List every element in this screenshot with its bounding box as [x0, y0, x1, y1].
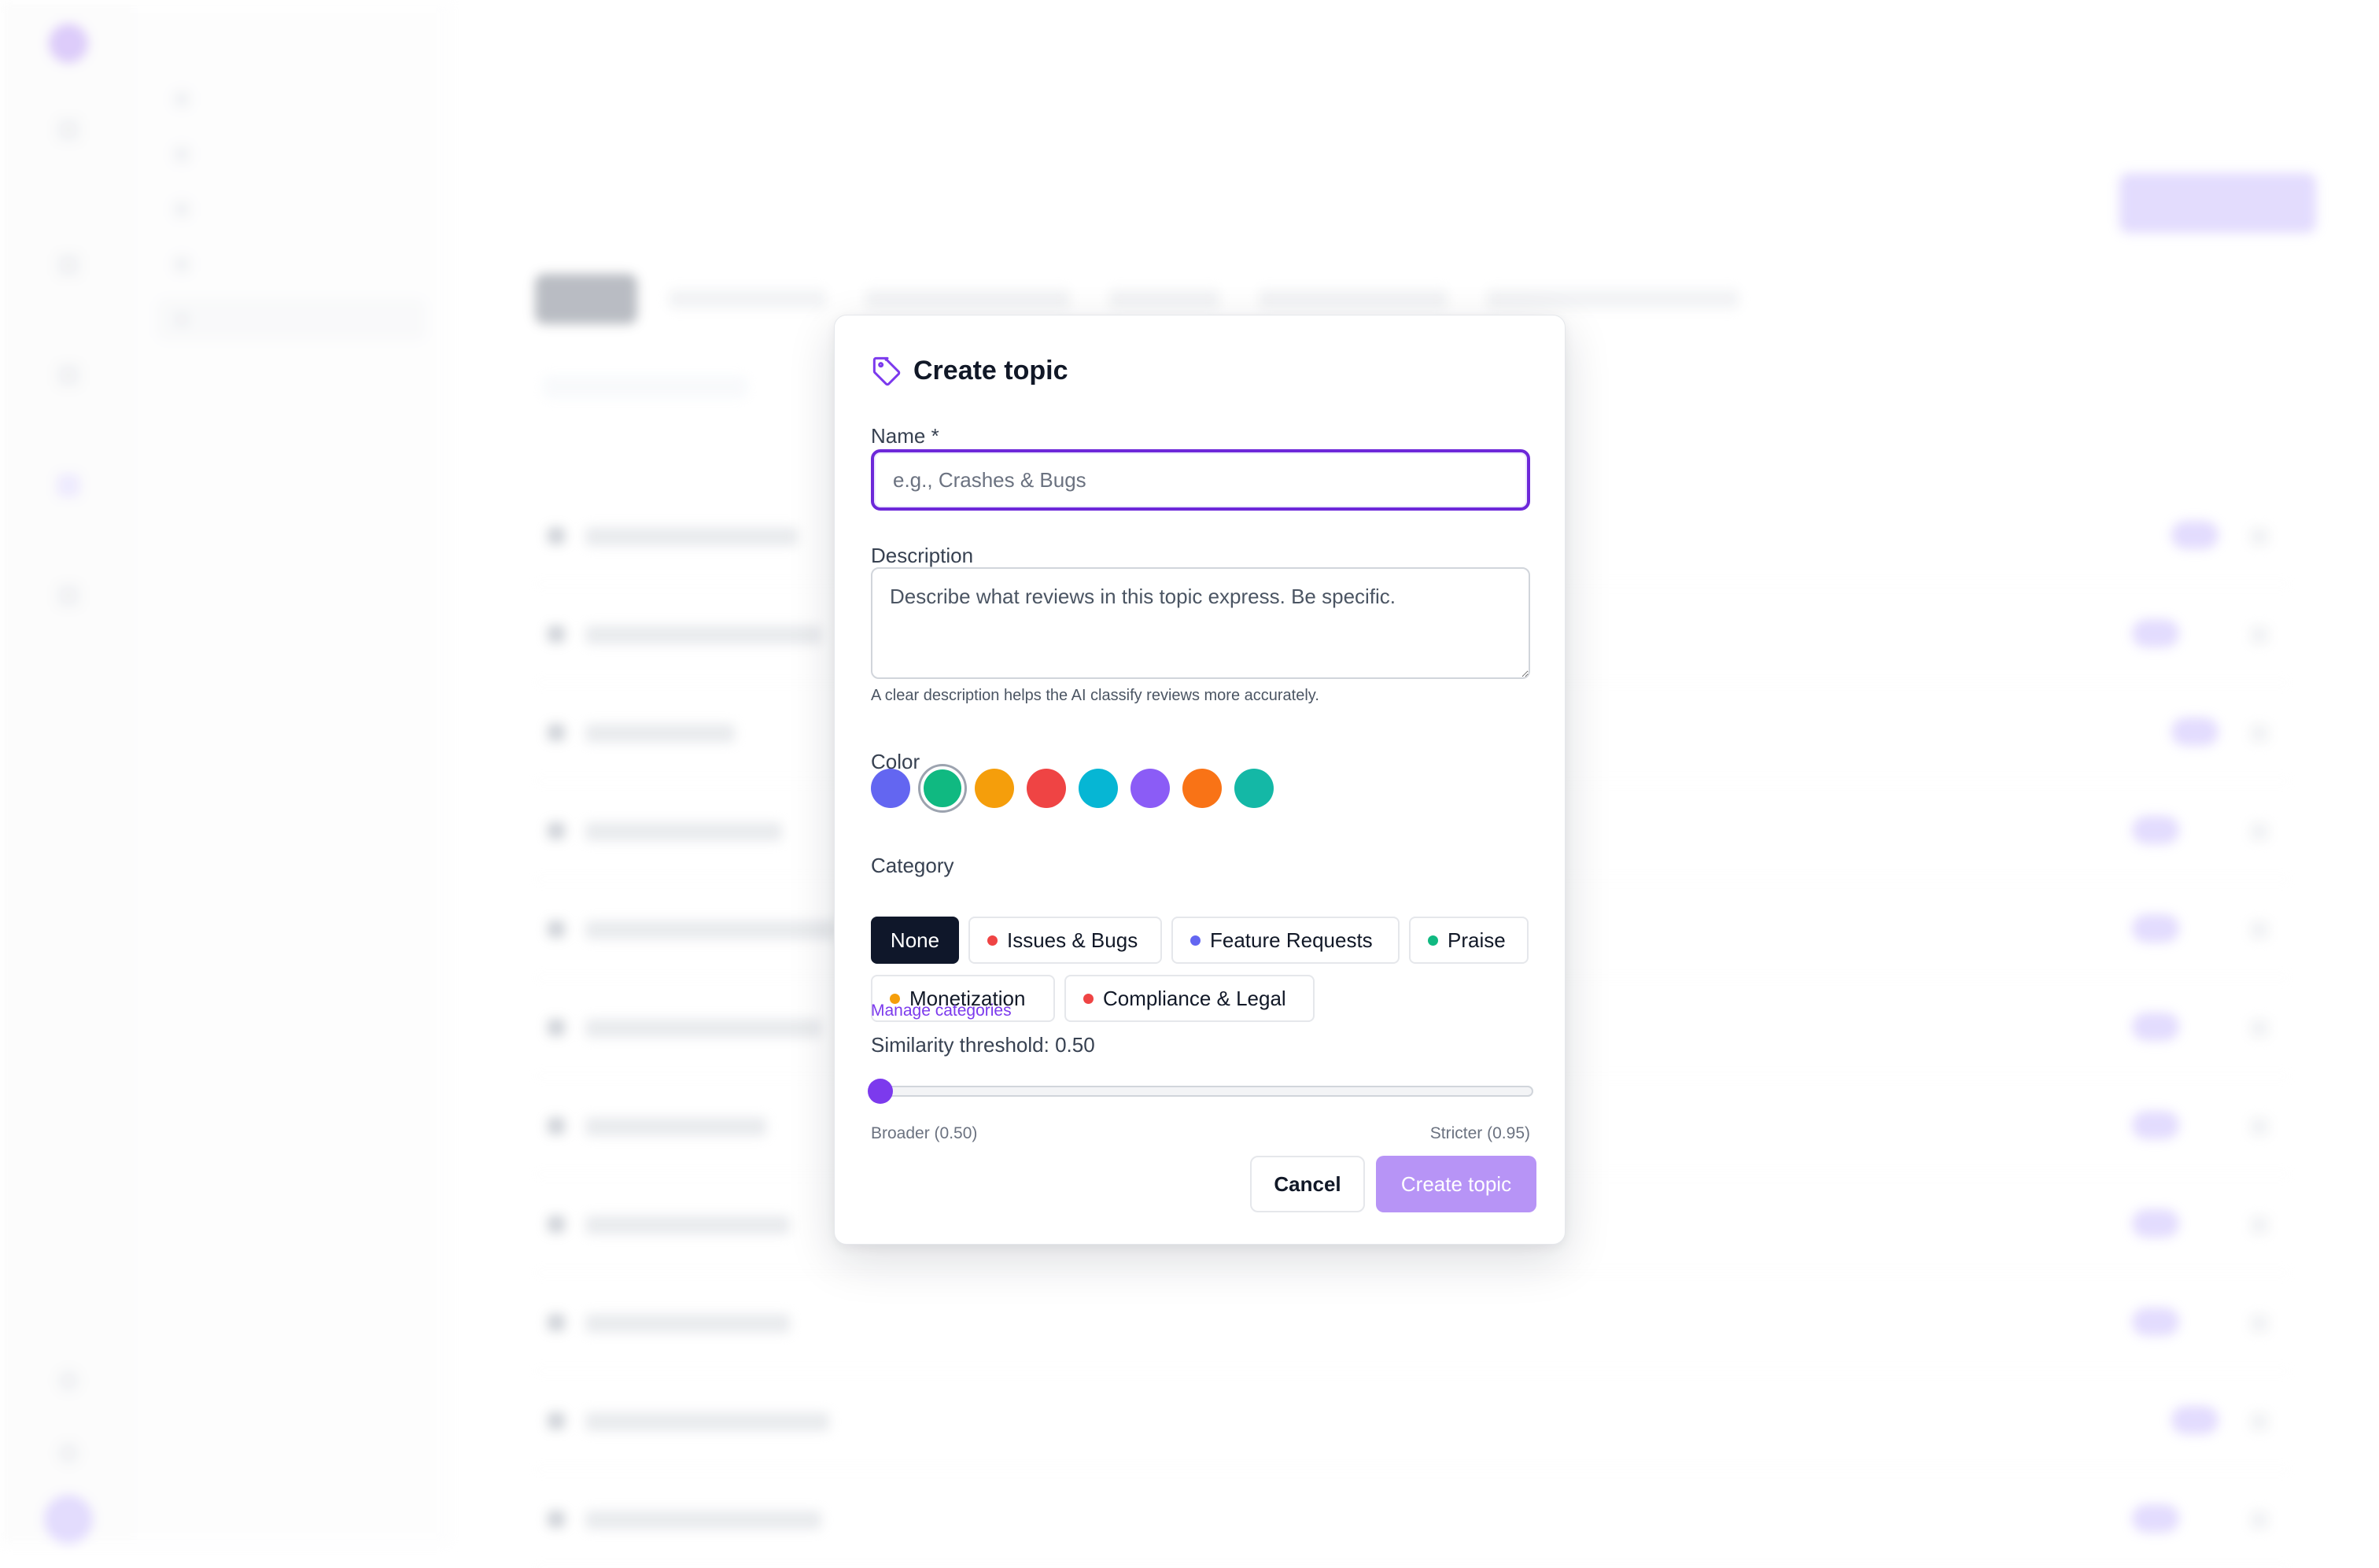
tag-icon [872, 356, 901, 386]
create-topic-dialog: Create topic Name * Description A clear … [834, 315, 1566, 1245]
description-label: Description [871, 544, 974, 567]
range-min-label: Broader (0.50) [871, 1124, 978, 1142]
color-swatch-3[interactable] [975, 769, 1014, 808]
category-option-label: None [890, 928, 940, 952]
name-input[interactable] [871, 449, 1530, 511]
category-dot-icon [1190, 935, 1201, 946]
cancel-button[interactable]: Cancel [1250, 1156, 1365, 1212]
category-option-feature-requests[interactable]: Feature Requests [1171, 917, 1400, 964]
color-swatch-1[interactable] [871, 769, 910, 808]
category-option-label: Feature Requests [1210, 928, 1373, 952]
slider-thumb[interactable] [868, 1079, 893, 1104]
similarity-threshold-slider[interactable] [868, 1079, 1533, 1104]
threshold-label: Similarity threshold: 0.50 [871, 1033, 1095, 1057]
range-max-label: Stricter (0.95) [1429, 1124, 1530, 1142]
color-swatch-6[interactable] [1130, 769, 1170, 808]
dialog-title: Create topic [913, 355, 1068, 386]
category-option-compliance-legal[interactable]: Compliance & Legal [1064, 975, 1315, 1022]
category-option-none[interactable]: None [871, 917, 959, 964]
category-option-label: Issues & Bugs [1007, 928, 1138, 952]
category-option-issues-bugs[interactable]: Issues & Bugs [968, 917, 1162, 964]
dialog-header: Create topic [871, 355, 1068, 386]
color-swatch-5[interactable] [1079, 769, 1118, 808]
category-dot-icon [1083, 993, 1094, 1004]
color-swatch-8[interactable] [1234, 769, 1274, 808]
category-option-label: Compliance & Legal [1103, 986, 1286, 1010]
category-dot-icon [987, 935, 998, 946]
name-label: Name * [871, 424, 939, 448]
category-dot-icon [1428, 935, 1438, 946]
color-swatch-2[interactable] [920, 766, 965, 810]
category-label: Category [871, 854, 954, 877]
description-hint: A clear description helps the AI classif… [871, 687, 1319, 704]
slider-track[interactable] [871, 1086, 1533, 1097]
color-swatch-7[interactable] [1182, 769, 1222, 808]
description-textarea[interactable] [871, 567, 1530, 679]
manage-categories-link[interactable]: Manage categories [871, 1002, 1012, 1020]
create-topic-button[interactable]: Create topic [1376, 1156, 1536, 1212]
color-swatch-4[interactable] [1027, 769, 1066, 808]
category-option-label: Praise [1448, 928, 1506, 952]
category-option-praise[interactable]: Praise [1409, 917, 1529, 964]
